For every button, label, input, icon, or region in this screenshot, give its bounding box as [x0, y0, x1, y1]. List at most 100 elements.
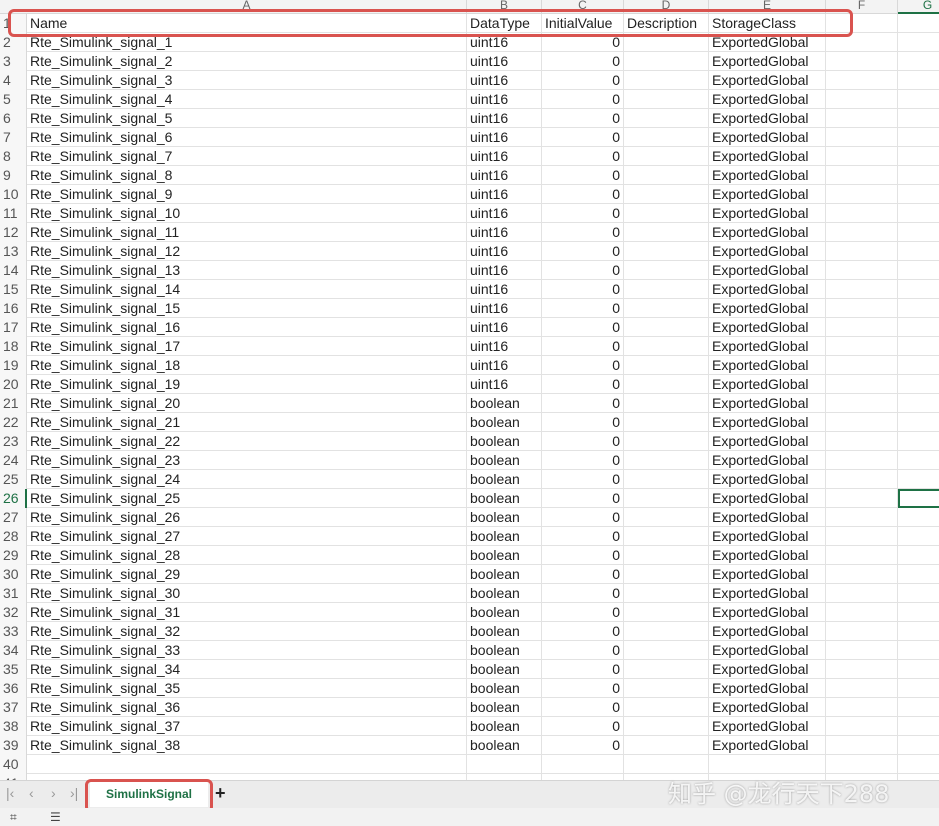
cell-E28[interactable]: ExportedGlobal: [709, 527, 826, 546]
cell-C16[interactable]: 0: [542, 299, 624, 318]
cell-G24[interactable]: [898, 451, 939, 470]
cell-B28[interactable]: boolean: [467, 527, 542, 546]
cell-A32[interactable]: Rte_Simulink_signal_31: [27, 603, 467, 622]
cell-C28[interactable]: 0: [542, 527, 624, 546]
cell-G28[interactable]: [898, 527, 939, 546]
cell-E3[interactable]: ExportedGlobal: [709, 52, 826, 71]
cell-E18[interactable]: ExportedGlobal: [709, 337, 826, 356]
row-header[interactable]: 39: [0, 736, 27, 755]
cell-E29[interactable]: ExportedGlobal: [709, 546, 826, 565]
cell-C15[interactable]: 0: [542, 280, 624, 299]
cell-F13[interactable]: [826, 242, 898, 261]
cell-D23[interactable]: [624, 432, 709, 451]
cell-G7[interactable]: [898, 128, 939, 147]
cell-D18[interactable]: [624, 337, 709, 356]
cell-F21[interactable]: [826, 394, 898, 413]
cell-B18[interactable]: uint16: [467, 337, 542, 356]
cell-A24[interactable]: Rte_Simulink_signal_23: [27, 451, 467, 470]
column-header-E[interactable]: E: [709, 0, 826, 14]
cell-G37[interactable]: [898, 698, 939, 717]
column-header-D[interactable]: D: [624, 0, 709, 14]
cell-G9[interactable]: [898, 166, 939, 185]
cell-A7[interactable]: Rte_Simulink_signal_6: [27, 128, 467, 147]
cell-C20[interactable]: 0: [542, 375, 624, 394]
cell-F1[interactable]: [826, 14, 898, 33]
cell-D3[interactable]: [624, 52, 709, 71]
row-header[interactable]: 40: [0, 755, 27, 774]
row-header[interactable]: 18: [0, 337, 27, 356]
cell-E20[interactable]: ExportedGlobal: [709, 375, 826, 394]
cell-B33[interactable]: boolean: [467, 622, 542, 641]
cell-C39[interactable]: 0: [542, 736, 624, 755]
cell-F18[interactable]: [826, 337, 898, 356]
cell-F40[interactable]: [826, 755, 898, 774]
cell-F4[interactable]: [826, 71, 898, 90]
cell-F8[interactable]: [826, 147, 898, 166]
row-header[interactable]: 1: [0, 14, 27, 33]
row-header[interactable]: 9: [0, 166, 27, 185]
cell-E39[interactable]: ExportedGlobal: [709, 736, 826, 755]
cell-E16[interactable]: ExportedGlobal: [709, 299, 826, 318]
cell-G10[interactable]: [898, 185, 939, 204]
prev-sheet-icon[interactable]: ‹: [29, 785, 34, 801]
cell-A33[interactable]: Rte_Simulink_signal_32: [27, 622, 467, 641]
cell-B27[interactable]: boolean: [467, 508, 542, 527]
cell-B40[interactable]: [467, 755, 542, 774]
row-header[interactable]: 21: [0, 394, 27, 413]
column-header-A[interactable]: A: [27, 0, 467, 14]
cell-C35[interactable]: 0: [542, 660, 624, 679]
cell-A31[interactable]: Rte_Simulink_signal_30: [27, 584, 467, 603]
cell-B8[interactable]: uint16: [467, 147, 542, 166]
cell-D16[interactable]: [624, 299, 709, 318]
cell-G12[interactable]: [898, 223, 939, 242]
cell-B32[interactable]: boolean: [467, 603, 542, 622]
cell-G38[interactable]: [898, 717, 939, 736]
cell-G27[interactable]: [898, 508, 939, 527]
cell-A3[interactable]: Rte_Simulink_signal_2: [27, 52, 467, 71]
cell-F2[interactable]: [826, 33, 898, 52]
cell-C26[interactable]: 0: [542, 489, 624, 508]
cell-C22[interactable]: 0: [542, 413, 624, 432]
row-header[interactable]: 14: [0, 261, 27, 280]
cell-D10[interactable]: [624, 185, 709, 204]
cell-G16[interactable]: [898, 299, 939, 318]
cell-D15[interactable]: [624, 280, 709, 299]
row-header[interactable]: 36: [0, 679, 27, 698]
cell-G19[interactable]: [898, 356, 939, 375]
row-header[interactable]: 35: [0, 660, 27, 679]
cell-G5[interactable]: [898, 90, 939, 109]
row-header[interactable]: 2: [0, 33, 27, 52]
cell-A37[interactable]: Rte_Simulink_signal_36: [27, 698, 467, 717]
cell-F16[interactable]: [826, 299, 898, 318]
cell-F20[interactable]: [826, 375, 898, 394]
cell-G14[interactable]: [898, 261, 939, 280]
cell-G32[interactable]: [898, 603, 939, 622]
cell-B24[interactable]: boolean: [467, 451, 542, 470]
row-header[interactable]: 12: [0, 223, 27, 242]
cell-B20[interactable]: uint16: [467, 375, 542, 394]
cell-A36[interactable]: Rte_Simulink_signal_35: [27, 679, 467, 698]
cell-A11[interactable]: Rte_Simulink_signal_10: [27, 204, 467, 223]
cell-B37[interactable]: boolean: [467, 698, 542, 717]
column-header-F[interactable]: F: [826, 0, 898, 14]
cell-E12[interactable]: ExportedGlobal: [709, 223, 826, 242]
cell-B36[interactable]: boolean: [467, 679, 542, 698]
cell-G13[interactable]: [898, 242, 939, 261]
cell-B26[interactable]: boolean: [467, 489, 542, 508]
cell-B15[interactable]: uint16: [467, 280, 542, 299]
cell-C19[interactable]: 0: [542, 356, 624, 375]
cell-D26[interactable]: [624, 489, 709, 508]
row-header[interactable]: 33: [0, 622, 27, 641]
cell-B9[interactable]: uint16: [467, 166, 542, 185]
cell-C36[interactable]: 0: [542, 679, 624, 698]
cell-G6[interactable]: [898, 109, 939, 128]
cell-E34[interactable]: ExportedGlobal: [709, 641, 826, 660]
cell-C8[interactable]: 0: [542, 147, 624, 166]
cell-A38[interactable]: Rte_Simulink_signal_37: [27, 717, 467, 736]
row-header[interactable]: 34: [0, 641, 27, 660]
cell-C33[interactable]: 0: [542, 622, 624, 641]
cell-D27[interactable]: [624, 508, 709, 527]
cell-G21[interactable]: [898, 394, 939, 413]
row-header[interactable]: 38: [0, 717, 27, 736]
cell-B6[interactable]: uint16: [467, 109, 542, 128]
